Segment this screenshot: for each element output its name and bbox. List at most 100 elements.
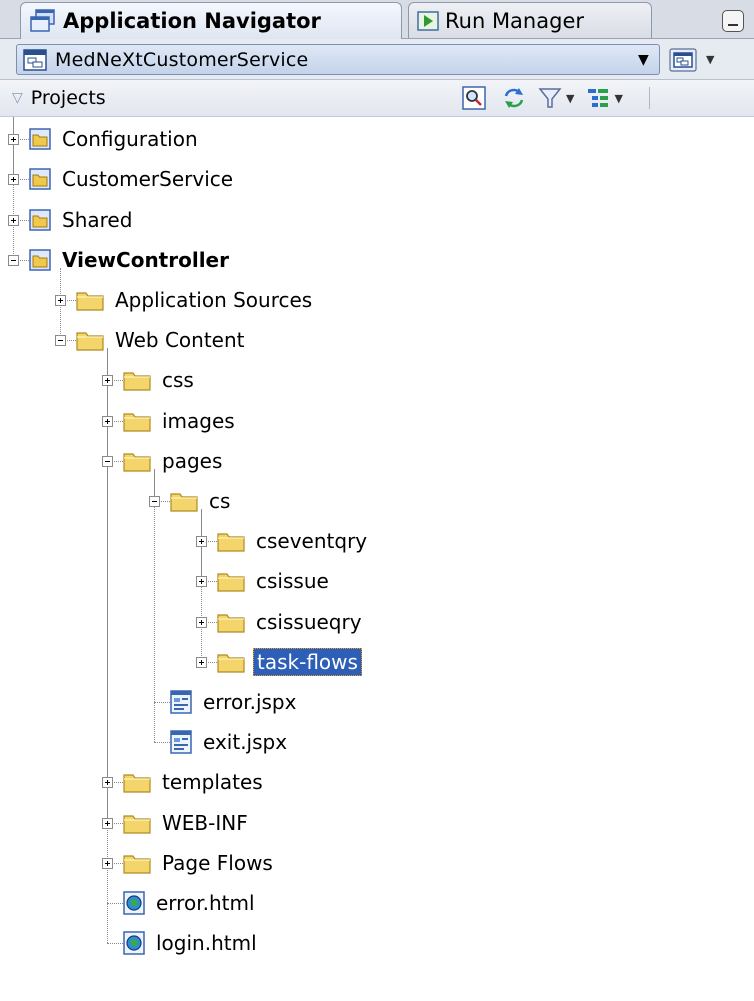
filter-button[interactable] [538,86,562,110]
sync-icon [501,86,527,110]
tree-node[interactable]: images [123,403,238,439]
tree-node-label: login.html [156,931,257,955]
tree-node[interactable]: Page Flows [123,845,276,881]
tree-node-label: csissueqry [256,610,362,634]
tab-application-navigator[interactable]: Application Navigator [20,2,402,39]
folder-icon [217,570,245,592]
tree-connector [154,742,170,743]
tree-node[interactable]: CustomerService [29,161,236,197]
tree-node[interactable]: login.html [123,925,260,961]
folder-icon [76,329,104,351]
folder-icon [76,289,104,311]
expand-icon[interactable] [196,617,207,628]
folder-icon [123,410,151,432]
projects-label: Projects [30,87,106,109]
collapse-icon[interactable] [55,335,66,346]
collapse-icon[interactable] [102,456,113,467]
expand-icon[interactable] [8,174,19,185]
minimize-button[interactable] [722,10,744,32]
chevron-down-icon[interactable]: ▼ [566,92,574,105]
tree-node[interactable]: Web Content [76,322,248,358]
expand-icon[interactable] [102,416,113,427]
html-file-icon [123,891,145,915]
tree-node-label: cs [209,489,231,513]
tree-node-label: Shared [62,208,133,232]
tree-node[interactable]: ViewController [29,242,232,278]
sync-button[interactable] [502,86,526,110]
expand-icon[interactable] [102,375,113,386]
collapse-triangle-icon[interactable]: ▽ [12,90,23,106]
tree-node-label: pages [162,449,223,473]
tree-node[interactable]: csissueqry [217,604,365,640]
tree-node[interactable]: exit.jspx [170,724,290,760]
run-icon [417,10,439,31]
application-name: MedNeXtCustomerService [55,48,309,71]
expand-icon[interactable] [196,576,207,587]
tree-node-label: WEB-INF [162,811,248,835]
tree-node[interactable]: Shared [29,202,135,238]
chevron-down-icon: ▼ [638,52,649,68]
tree-node[interactable]: templates [123,764,266,800]
tree-node[interactable]: cs [170,483,233,519]
tree-node-label: css [162,368,194,392]
tree-node-label: error.html [156,891,255,915]
expand-icon[interactable] [102,818,113,829]
filter-icon [538,86,562,110]
tree-node-label: Configuration [62,127,198,151]
collapse-icon[interactable] [8,255,19,266]
folder-icon [217,611,245,633]
search-button[interactable] [462,86,486,110]
tree-connector [107,903,123,904]
projects-panel-header[interactable]: ▽ Projects ▼ ▼ [0,80,754,117]
expand-icon[interactable] [102,777,113,788]
tree-node[interactable]: pages [123,443,225,479]
application-menu-icon [668,47,698,73]
tree-node[interactable]: error.jspx [170,684,299,720]
folder-icon [170,490,198,512]
expand-icon[interactable] [196,657,207,668]
expand-icon[interactable] [8,134,19,145]
chevron-down-icon[interactable]: ▼ [614,92,622,105]
tree-node-label: Page Flows [162,851,273,875]
application-icon [23,48,47,71]
tree-node[interactable]: css [123,362,197,398]
project-tree: Configuration CustomerService Shared ViewCo… [0,117,754,1001]
folder-icon [123,852,151,874]
tree-node[interactable]: task-flows [217,644,362,680]
tree-node-label: error.jspx [203,690,297,714]
collapse-icon[interactable] [149,496,160,507]
project-icon [29,249,51,271]
chevron-down-icon: ▼ [706,53,715,66]
tab-run-manager[interactable]: Run Manager [408,2,652,38]
tree-node-label: CustomerService [62,167,234,191]
tree-connector [154,469,155,742]
project-icon [29,168,51,190]
tab-run-manager-label: Run Manager [445,8,584,33]
application-dropdown[interactable]: MedNeXtCustomerService ▼ [16,44,660,75]
application-navigator-icon [29,8,57,34]
jspx-file-icon [170,730,192,754]
jspx-file-icon [170,690,192,714]
tree-connector [154,702,170,703]
tree-node[interactable]: error.html [123,885,258,921]
search-icon [462,86,486,110]
expand-icon[interactable] [196,536,207,547]
projects-toolbar: ▼ ▼ [462,86,650,110]
expand-icon[interactable] [8,215,19,226]
folder-icon [123,771,151,793]
tree-node[interactable]: WEB-INF [123,805,251,841]
tree-node-label: templates [162,770,263,794]
expand-icon[interactable] [55,295,66,306]
view-options-button[interactable] [586,86,610,110]
expand-icon[interactable] [102,858,113,869]
tree-node[interactable]: Configuration [29,121,201,157]
application-menu-button[interactable]: ▼ [668,44,748,75]
tree-node-label: ViewController [62,248,229,272]
folder-icon [123,812,151,834]
toolbar-separator [648,87,650,109]
tree-node[interactable]: cseventqry [217,523,370,559]
tree-node-label: exit.jspx [203,730,288,754]
tree-node[interactable]: Application Sources [76,282,315,318]
project-icon [29,128,51,150]
tree-node[interactable]: csissue [217,563,332,599]
